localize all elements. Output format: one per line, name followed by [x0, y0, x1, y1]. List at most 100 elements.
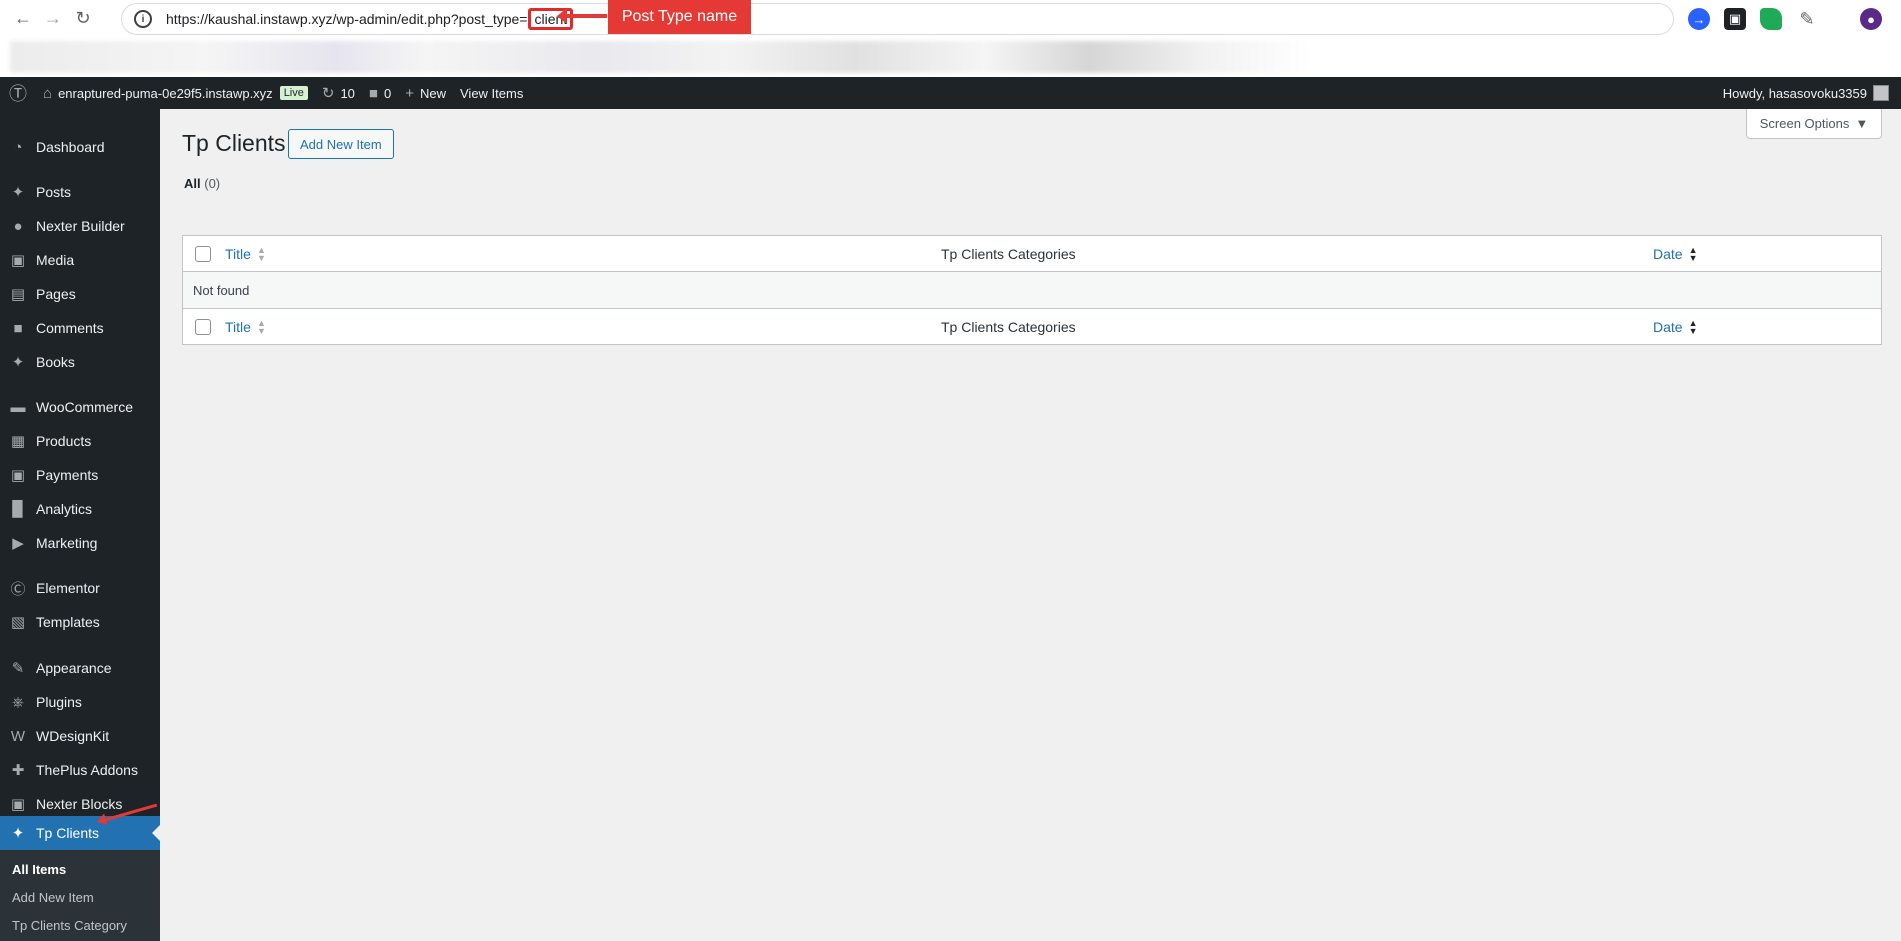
- live-badge: Live: [279, 86, 308, 100]
- extensions-puzzle-icon[interactable]: ✎: [1796, 8, 1818, 30]
- pin-icon: ✦: [11, 354, 25, 371]
- annotation-arrow-icon: [557, 8, 607, 24]
- nexter-icon: ●: [13, 217, 23, 235]
- table-header-row: Title ▲ ▼ Tp Clients Categories Date ▲ ▼: [183, 236, 1881, 272]
- sidebar-item-label: Appearance: [36, 660, 112, 676]
- select-all-checkbox[interactable]: [195, 318, 211, 335]
- add-new-item-button[interactable]: Add New Item: [288, 129, 394, 159]
- sidebar-item-label: Comments: [36, 320, 104, 336]
- sidebar-item-posts[interactable]: ✦ Posts: [0, 175, 160, 209]
- howdy-text: Howdy, hasasovoku3359: [1722, 85, 1867, 101]
- back-button[interactable]: ←: [8, 4, 38, 34]
- sidebar-item-tp-clients[interactable]: ✦ Tp Clients: [0, 816, 160, 850]
- caret-down-icon: ▼: [1855, 116, 1869, 131]
- table-footer-row: Title ▲ ▼ Tp Clients Categories Date ▲ ▼: [183, 308, 1881, 344]
- pages-icon: ▤: [10, 286, 26, 303]
- sidebar-item-label: WDesignKit: [36, 728, 110, 744]
- sidebar-item-wdesignkit[interactable]: W WDesignKit: [0, 719, 160, 753]
- title-column-header[interactable]: Title ▲ ▼: [225, 244, 266, 263]
- sidebar-item-analytics[interactable]: ▉ Analytics: [0, 492, 160, 526]
- home-icon: ⌂: [43, 84, 53, 102]
- sidebar-item-dashboard[interactable]: ◔ Dashboard: [0, 130, 160, 164]
- sidebar-item-label: Products: [36, 433, 92, 449]
- admin-sidebar: ◔ Dashboard ✦ Posts ● Nexter Builder ▣ Media…: [0, 109, 160, 941]
- browser-toolbar: ← → ↻ i https://kaushal.instawp.xyz/wp-a…: [0, 0, 1901, 37]
- sidebar-item-label: Payments: [36, 467, 99, 483]
- site-info-icon[interactable]: i: [134, 10, 152, 28]
- pin-icon: ✦: [11, 184, 25, 201]
- forward-button[interactable]: →: [38, 4, 68, 34]
- sidebar-item-plugins[interactable]: ⎈ Plugins: [0, 685, 160, 719]
- sidebar-item-books[interactable]: ✦ Books: [0, 345, 160, 379]
- elementor-icon: Ⓒ: [10, 580, 26, 598]
- pin-icon: ✦: [11, 825, 25, 842]
- title-footer-label: Title: [225, 318, 251, 335]
- date-column-header[interactable]: Date ▲ ▼: [1653, 245, 1698, 262]
- date-header-label: Date: [1653, 245, 1683, 262]
- submenu-all-items[interactable]: All Items: [12, 862, 66, 877]
- sidebar-item-label: ThePlus Addons: [36, 762, 138, 778]
- sidebar-item-marketing[interactable]: ▶ Marketing: [0, 526, 160, 560]
- comments-link[interactable]: ■ 0: [362, 77, 398, 109]
- sidebar-item-label: Nexter Blocks: [36, 796, 123, 812]
- sidebar-item-label: Pages: [36, 286, 76, 302]
- title-column-footer[interactable]: Title ▲ ▼: [225, 318, 266, 335]
- sidebar-item-appearance[interactable]: ✎ Appearance: [0, 651, 160, 685]
- view-items-label: View Items: [460, 85, 524, 101]
- screen-options-button[interactable]: Screen Options ▼: [1746, 109, 1882, 139]
- sidebar-item-label: Tp Clients: [36, 825, 100, 841]
- sidebar-item-nexter-builder[interactable]: ● Nexter Builder: [0, 209, 160, 243]
- filter-all-link[interactable]: All: [184, 176, 201, 191]
- sidebar-item-templates[interactable]: ▧ Templates: [0, 605, 160, 639]
- page-title: Tp Clients: [182, 130, 286, 156]
- extension-dark-icon[interactable]: ▣: [1724, 8, 1746, 30]
- sidebar-item-label: Templates: [36, 614, 100, 630]
- wordpress-logo-icon[interactable]: Ⓣ: [0, 77, 36, 109]
- sidebar-item-theplus-addons[interactable]: ✚ ThePlus Addons: [0, 753, 160, 787]
- sort-arrows-icon: ▲ ▼: [256, 244, 266, 263]
- updates-link[interactable]: ↻ 10: [315, 77, 362, 109]
- new-label: New: [419, 85, 446, 101]
- sidebar-item-woocommerce[interactable]: ▬ WooCommerce: [0, 390, 160, 424]
- new-content-link[interactable]: + New: [398, 77, 453, 109]
- submenu-tp-clients-category[interactable]: Tp Clients Category: [12, 918, 127, 933]
- posts-table: Title ▲ ▼ Tp Clients Categories Date ▲ ▼ N…: [182, 235, 1882, 345]
- submenu-add-new-item[interactable]: Add New Item: [12, 890, 94, 905]
- tp-clients-submenu: All Items Add New Item Tp Clients Catego…: [0, 850, 160, 941]
- profile-avatar-icon[interactable]: ●: [1860, 8, 1882, 30]
- updates-icon: ↻: [321, 85, 335, 102]
- comments-icon: ■: [13, 319, 23, 337]
- payments-icon: ▣: [10, 467, 26, 484]
- megaphone-icon: ▶: [12, 535, 24, 552]
- address-bar[interactable]: i https://kaushal.instawp.xyz/wp-admin/e…: [121, 3, 1674, 35]
- reload-button[interactable]: ↻: [68, 4, 98, 34]
- site-name-link[interactable]: ⌂ enraptured-puma-0e29f5.instawp.xyz Liv…: [36, 77, 315, 109]
- title-header-label: Title: [225, 245, 251, 262]
- extension-blue-icon[interactable]: →: [1688, 8, 1710, 30]
- view-items-link[interactable]: View Items: [453, 77, 530, 109]
- sidebar-item-comments[interactable]: ■ Comments: [0, 311, 160, 345]
- sidebar-item-products[interactable]: ▦ Products: [0, 424, 160, 458]
- dashboard-icon: ◔: [13, 138, 23, 156]
- sidebar-item-payments[interactable]: ▣ Payments: [0, 458, 160, 492]
- empty-message: Not found: [193, 282, 250, 298]
- analytics-icon: ▉: [12, 501, 24, 518]
- empty-row: Not found: [183, 272, 1881, 308]
- products-icon: ▦: [10, 433, 26, 450]
- sidebar-item-label: Analytics: [36, 501, 93, 517]
- sidebar-item-elementor[interactable]: Ⓒ Elementor: [0, 571, 160, 605]
- extension-green-icon[interactable]: [1760, 8, 1782, 30]
- plus-icon: +: [405, 84, 414, 102]
- annotation-label: Post Type name: [608, 0, 751, 34]
- theplus-icon: ✚: [11, 762, 25, 779]
- select-all-checkbox[interactable]: [195, 245, 211, 262]
- filter-all-count: (0): [204, 176, 221, 191]
- comment-bubble-icon: ■: [368, 84, 378, 102]
- account-menu[interactable]: Howdy, hasasovoku3359: [1723, 77, 1889, 109]
- date-column-footer[interactable]: Date ▲ ▼: [1653, 318, 1698, 335]
- sidebar-item-pages[interactable]: ▤ Pages: [0, 277, 160, 311]
- wdesignkit-icon: W: [10, 727, 26, 745]
- screen-options-label: Screen Options: [1759, 116, 1850, 131]
- categories-column-footer: Tp Clients Categories: [941, 318, 1076, 335]
- sidebar-item-media[interactable]: ▣ Media: [0, 243, 160, 277]
